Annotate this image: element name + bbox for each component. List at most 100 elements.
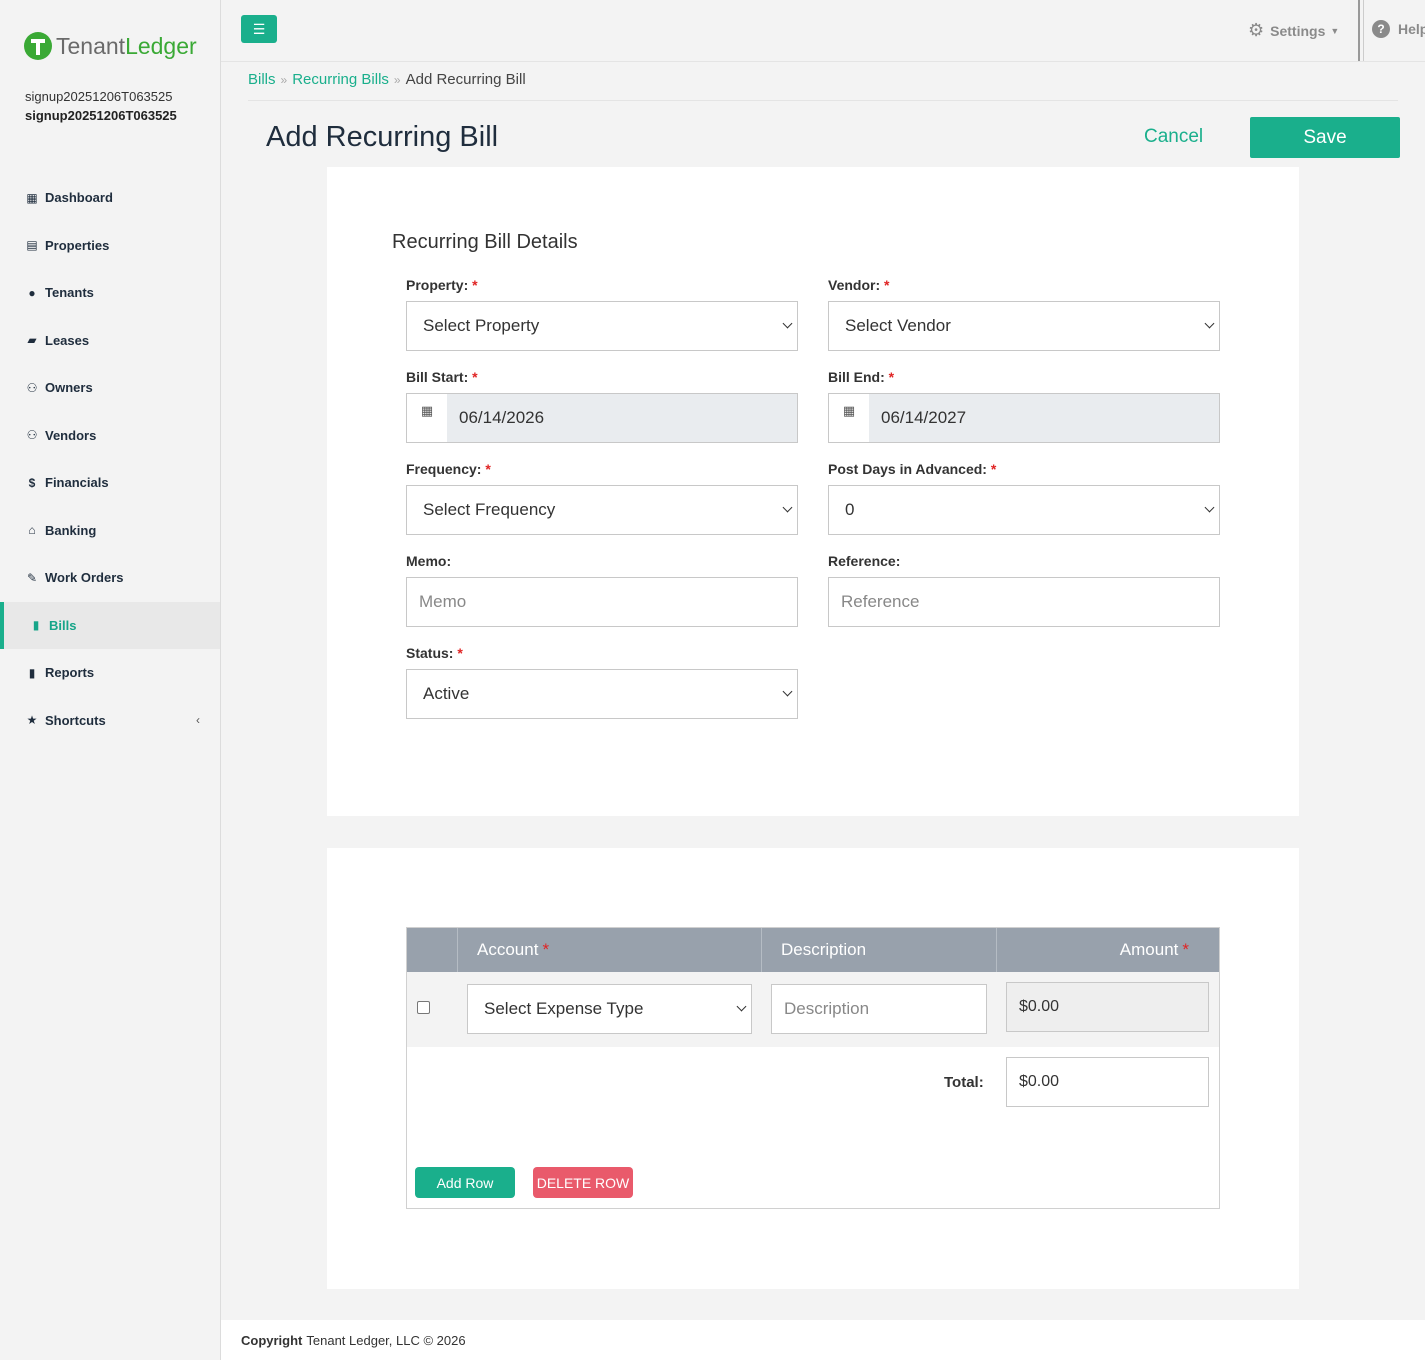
- file-icon: ▮: [28, 665, 36, 680]
- dashboard-icon: ▦: [26, 190, 38, 205]
- total-label: Total:: [944, 1074, 984, 1091]
- bill-start-value[interactable]: 06/14/2026: [447, 394, 797, 442]
- required-mark: *: [472, 277, 478, 293]
- post-days-select[interactable]: 0: [828, 485, 1220, 535]
- save-button[interactable]: Save: [1250, 117, 1400, 158]
- settings-label: Settings: [1270, 22, 1326, 39]
- caret-down-icon: ▼: [1330, 25, 1340, 36]
- topbar-border: [221, 61, 1425, 62]
- frequency-label: Frequency:: [406, 461, 482, 477]
- bill-end-value[interactable]: 06/14/2027: [869, 394, 1219, 442]
- breadcrumb-current: Add Recurring Bill: [405, 71, 526, 88]
- users-icon: ⚇: [26, 428, 38, 443]
- section-title: Recurring Bill Details: [392, 231, 578, 253]
- sidebar-item-financials[interactable]: $ Financials: [0, 459, 220, 507]
- chevron-down-icon: [782, 686, 793, 697]
- breadcrumb-separator-icon: »: [280, 72, 288, 87]
- topbar-divider: [1358, 0, 1364, 61]
- hamburger-icon: ☰: [252, 20, 266, 37]
- help-label: Help: [1398, 21, 1425, 37]
- sidebar-item-bills[interactable]: ▮ Bills: [0, 601, 220, 649]
- help-menu[interactable]: ? Help: [1372, 20, 1425, 38]
- frequency-field: Frequency: * Select Frequency: [406, 461, 798, 535]
- sidebar-item-dashboard[interactable]: ▦ Dashboard: [0, 174, 220, 222]
- line-items-table: Account * Description Amount * Select Expe…: [406, 927, 1220, 1209]
- sidebar-item-shortcuts[interactable]: ★ Shortcuts ‹: [0, 697, 220, 745]
- chevron-left-icon: ‹: [196, 713, 200, 728]
- bank-icon: ⌂: [28, 523, 36, 538]
- question-circle-icon: ?: [1372, 20, 1390, 38]
- breadcrumb-divider: [248, 100, 1398, 101]
- sidebar-item-vendors[interactable]: ⚇ Vendors: [0, 412, 220, 460]
- page-title: Add Recurring Bill: [266, 121, 499, 153]
- sidebar-item-banking[interactable]: ⌂ Banking: [0, 507, 220, 555]
- cancel-button[interactable]: Cancel: [1144, 126, 1203, 148]
- delete-row-button[interactable]: DELETE ROW: [533, 1167, 633, 1198]
- sidebar-item-label: Bills: [49, 617, 77, 633]
- breadcrumb-separator-icon: »: [393, 72, 401, 87]
- status-select[interactable]: Active: [406, 669, 798, 719]
- sidebar-item-reports[interactable]: ▮ Reports: [0, 649, 220, 697]
- table-row: Select Expense Type Description $0.00: [407, 972, 1219, 1047]
- reference-input[interactable]: Reference: [828, 577, 1220, 627]
- bill-end-label: Bill End:: [828, 369, 885, 385]
- amount-input[interactable]: $0.00: [1006, 982, 1209, 1032]
- breadcrumb: Bills » Recurring Bills » Add Recurring …: [248, 71, 526, 88]
- sidebar-item-label: Banking: [45, 522, 97, 538]
- property-field: Property: * Select Property: [406, 277, 798, 351]
- add-row-button[interactable]: Add Row: [415, 1167, 515, 1198]
- required-mark: *: [457, 645, 463, 661]
- sidebar-item-tenants[interactable]: ● Tenants: [0, 269, 220, 317]
- required-mark: *: [485, 461, 491, 477]
- edit-icon: ✎: [26, 570, 38, 585]
- property-label: Property:: [406, 277, 469, 293]
- expense-type-select[interactable]: Select Expense Type: [467, 984, 752, 1034]
- description-column-header: Description: [762, 928, 997, 972]
- chevron-down-icon: [782, 318, 793, 329]
- post-days-field: Post Days in Advanced: * 0: [828, 461, 1220, 535]
- frequency-select[interactable]: Select Frequency: [406, 485, 798, 535]
- recurring-bill-details-card: Recurring Bill Details Property: * Selec…: [327, 167, 1299, 816]
- memo-input[interactable]: Memo: [406, 577, 798, 627]
- vendor-select[interactable]: Select Vendor: [828, 301, 1220, 351]
- sidebar-item-owners[interactable]: ⚇ Owners: [0, 364, 220, 412]
- breadcrumb-bills[interactable]: Bills: [248, 71, 276, 88]
- sidebar: TenantLedger signup20251206T063525 signu…: [0, 0, 221, 1360]
- table-header: Account * Description Amount *: [407, 928, 1219, 972]
- sidebar-item-label: Work Orders: [45, 570, 124, 586]
- sidebar-nav: ▦ Dashboard ▤ Properties ● Tenants ▰ Lea…: [0, 174, 220, 744]
- sidebar-item-leases[interactable]: ▰ Leases: [0, 317, 220, 365]
- required-mark: *: [888, 369, 895, 385]
- property-select[interactable]: Select Property: [406, 301, 798, 351]
- chevron-down-icon: [736, 1001, 747, 1012]
- description-input[interactable]: Description: [771, 984, 987, 1034]
- settings-menu[interactable]: ⚙ Settings ▼: [1248, 20, 1339, 41]
- sidebar-toggle-button[interactable]: ☰: [241, 15, 277, 43]
- vendor-field: Vendor: * Select Vendor: [828, 277, 1220, 351]
- chevron-down-icon: [1204, 502, 1215, 513]
- row-checkbox[interactable]: [417, 1001, 430, 1014]
- sidebar-item-label: Dashboard: [45, 190, 113, 206]
- sidebar-item-properties[interactable]: ▤ Properties: [0, 222, 220, 270]
- required-mark: *: [884, 277, 890, 293]
- sidebar-item-label: Shortcuts: [45, 712, 106, 728]
- reference-field: Reference: Reference: [828, 553, 1220, 627]
- logo-text: TenantLedger: [56, 32, 197, 59]
- bill-end-date-input[interactable]: ▦ 06/14/2027: [828, 393, 1220, 443]
- required-mark: *: [472, 369, 478, 385]
- dollar-icon: $: [28, 475, 36, 490]
- breadcrumb-recurring-bills[interactable]: Recurring Bills: [292, 71, 389, 88]
- calendar-icon[interactable]: ▦: [407, 394, 447, 442]
- calendar-icon[interactable]: ▦: [829, 394, 869, 442]
- sidebar-item-label: Leases: [45, 332, 90, 348]
- bill-end-field: Bill End: * ▦ 06/14/2027: [828, 369, 1220, 443]
- sidebar-item-work-orders[interactable]: ✎ Work Orders: [0, 554, 220, 602]
- user-account-name: signup20251206T063525: [25, 89, 173, 104]
- status-label: Status:: [406, 645, 454, 661]
- bill-start-date-input[interactable]: ▦ 06/14/2026: [406, 393, 798, 443]
- sidebar-item-label: Financials: [45, 475, 109, 491]
- sidebar-item-label: Tenants: [45, 285, 94, 301]
- chevron-down-icon: [782, 502, 793, 513]
- logo[interactable]: TenantLedger: [24, 32, 197, 60]
- logo-icon: [24, 32, 52, 60]
